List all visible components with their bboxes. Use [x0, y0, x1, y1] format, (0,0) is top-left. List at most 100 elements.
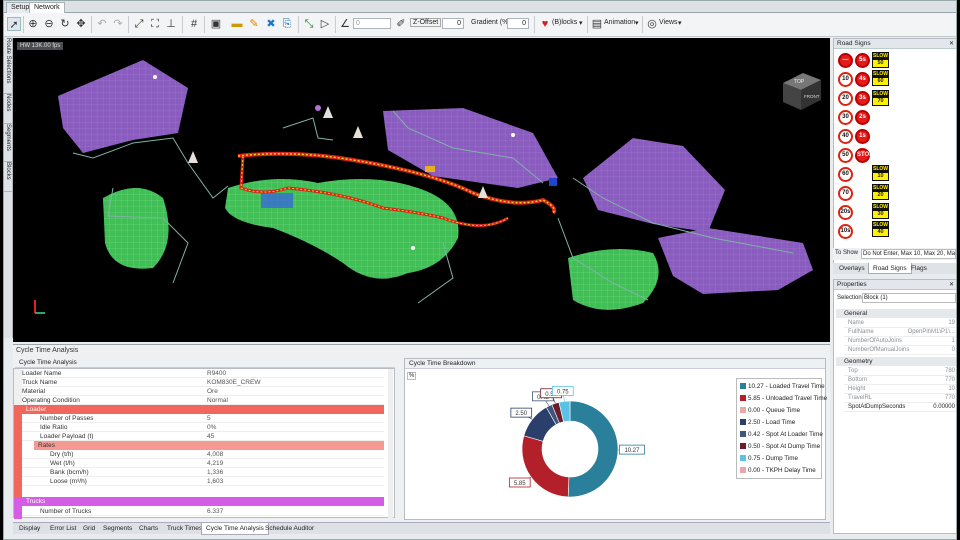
grid-icon[interactable]: #: [187, 17, 201, 31]
trucks-group-header[interactable]: Trucks: [22, 497, 384, 506]
expand-icon[interactable]: ⤢: [132, 17, 146, 31]
grid-row-loader-name[interactable]: Loader Name R9400: [22, 369, 384, 378]
blocks-icon[interactable]: ♥: [538, 17, 552, 31]
speed-limit-sign-10[interactable]: 10: [838, 72, 853, 87]
speed-limit-sign-20[interactable]: 20: [838, 91, 853, 106]
grid-row-passes[interactable]: Number of Passes 5: [22, 414, 384, 423]
view-cube[interactable]: TOP FRONT: [783, 73, 821, 110]
grid-row-loader-payload[interactable]: Loader Payload (t) 45: [22, 432, 384, 441]
undo-icon[interactable]: ↶: [95, 17, 109, 31]
animation-icon[interactable]: ▤: [590, 17, 604, 31]
red-sign-stop[interactable]: STOP: [855, 148, 873, 163]
legend-item[interactable]: 10.27 - Loaded Travel Time: [740, 383, 825, 393]
tab-grid[interactable]: Grid: [79, 523, 99, 535]
speed-limit-sign-20s[interactable]: 20s: [838, 205, 853, 220]
grid-row-material[interactable]: Material Ore: [22, 387, 384, 396]
slow-sign-70[interactable]: SLOW 70: [872, 90, 889, 106]
selected-block[interactable]: [261, 193, 293, 208]
tab-network[interactable]: Network: [29, 2, 65, 13]
slow-sign-30[interactable]: SLOW 30: [872, 203, 889, 219]
grid-row-truck-name[interactable]: Truck Name KOM830E_CREW: [22, 378, 384, 387]
slow-sign-10[interactable]: SLOW 10: [872, 165, 889, 181]
grid-scrollbar[interactable]: [388, 369, 393, 519]
prop-height[interactable]: Height 10: [844, 385, 956, 394]
slow-sign-20[interactable]: SLOW 20: [872, 184, 889, 200]
zoom-in-icon[interactable]: ⊕: [26, 17, 40, 31]
prop-spot-at-dump[interactable]: SpotAtDumpSeconds 0.00000: [844, 403, 956, 412]
tab-cycle-time-analysis[interactable]: Cycle Time Analysis: [201, 523, 269, 535]
tab-display[interactable]: Display: [15, 523, 44, 535]
rates-group-header[interactable]: Rates: [34, 441, 384, 450]
animation-dropdown[interactable]: Animation: [604, 19, 635, 26]
side-tab-blocks[interactable]: Blocks: [4, 162, 13, 192]
legend-item[interactable]: 2.50 - Load Time: [740, 419, 795, 429]
axes-icon[interactable]: ⊥: [164, 17, 178, 31]
prop-top[interactable]: Top 780: [844, 367, 956, 376]
slow-sign-40[interactable]: SLOW 40: [872, 221, 889, 237]
tab-schedule-auditor[interactable]: Schedule Auditor: [261, 523, 318, 535]
prop-manual-joins[interactable]: NumberOfManualJoins 0: [844, 346, 956, 355]
red-sign-2s[interactable]: 2s: [855, 110, 870, 125]
speed-limit-sign-70[interactable]: 70: [838, 186, 853, 201]
blocks-dropdown[interactable]: (B)locks: [552, 19, 577, 26]
zoom-out-icon[interactable]: ⊖: [42, 17, 56, 31]
to-show-dropdown[interactable]: Do Not Enter, Max 10, Max 20, Ma...: [861, 249, 956, 259]
prop-travel-rl[interactable]: TravelRL 770: [844, 394, 956, 403]
prop-fullname[interactable]: FullName OpenPit\M1\P1\...: [844, 328, 956, 337]
delete-icon[interactable]: ✖: [264, 17, 278, 31]
close-icon[interactable]: ✕: [949, 40, 954, 47]
node-connect-icon[interactable]: ⤡: [302, 17, 316, 31]
grid-row-idle-ratio[interactable]: Idle Ratio 0%: [22, 423, 384, 432]
red-sign-1s[interactable]: 1s: [855, 129, 870, 144]
slice-unloaded-travel-time[interactable]: [521, 435, 570, 498]
prop-auto-joins[interactable]: NumberOfAutoJoins 1: [844, 337, 956, 346]
refresh-icon[interactable]: ↻: [58, 17, 72, 31]
tab-truck-times[interactable]: Truck Times: [163, 523, 206, 535]
slow-sign-50[interactable]: SLOW 50: [872, 52, 889, 68]
grid-row-bank-rate[interactable]: Bank (bcm/h) 1,336: [22, 468, 384, 477]
legend-item[interactable]: 0.42 - Spot At Loader Time: [740, 431, 823, 441]
speed-limit-sign-40[interactable]: 40: [838, 129, 853, 144]
legend-item[interactable]: 5.85 - Unloaded Travel Time: [740, 395, 827, 405]
side-tab-nodes[interactable]: Nodes: [4, 94, 13, 124]
animation-chevron-down-icon[interactable]: ▾: [635, 19, 639, 27]
redo-icon[interactable]: ↷: [111, 17, 125, 31]
z-offset-input[interactable]: 0: [442, 18, 464, 29]
general-group[interactable]: General: [836, 309, 956, 318]
tab-charts[interactable]: Charts: [135, 523, 162, 535]
pencil-icon[interactable]: ✎: [247, 17, 261, 31]
triangle-select-icon[interactable]: ▷: [318, 17, 332, 31]
legend-item[interactable]: 0.50 - Spot At Dump Time: [740, 443, 820, 453]
red-sign-4s[interactable]: 4s: [855, 72, 870, 87]
selection-dropdown[interactable]: Block (1): [862, 293, 956, 303]
grid-row-wet-rate[interactable]: Wet (t/h) 4,219: [22, 459, 384, 468]
tab-road-signs[interactable]: Road Signs: [868, 263, 912, 274]
3d-viewport[interactable]: TOP FRONT HW 13K.00 fps: [13, 38, 830, 342]
speed-limit-sign-60[interactable]: 60: [838, 167, 853, 182]
angle-icon[interactable]: ∠: [338, 17, 352, 31]
prop-name[interactable]: Name 19: [844, 319, 956, 328]
angle-input[interactable]: 0: [353, 18, 391, 29]
tab-overlays[interactable]: Overlays: [835, 263, 869, 274]
prop-bottom[interactable]: Bottom 770: [844, 376, 956, 385]
tab-segments[interactable]: Segments: [99, 523, 136, 535]
views-dropdown[interactable]: Views: [659, 19, 678, 26]
move-icon[interactable]: ✥: [74, 17, 88, 31]
legend-item[interactable]: 0.00 - TKPH Delay Time: [740, 467, 816, 477]
gradient-input[interactable]: 0: [507, 18, 529, 29]
geometry-group[interactable]: Geometry: [836, 357, 956, 366]
join-icon[interactable]: ⎘: [280, 17, 294, 31]
no-entry-sign[interactable]: —: [838, 53, 853, 68]
fit-icon[interactable]: ⛶: [148, 17, 162, 31]
speed-limit-sign-50[interactable]: 50: [838, 148, 853, 163]
side-tab-segments[interactable]: Segments: [4, 124, 13, 162]
red-sign-5s[interactable]: 5s: [855, 53, 870, 68]
slow-sign-60[interactable]: SLOW 60: [872, 70, 889, 86]
side-tab-route-selections[interactable]: Route Selections: [4, 38, 13, 94]
legend-item[interactable]: 0.00 - Queue Time: [740, 407, 800, 417]
views-chevron-down-icon[interactable]: ▾: [678, 19, 682, 27]
grid-row-dry-rate[interactable]: Dry (t/h) 4,008: [22, 450, 384, 459]
grid-row-loose-rate[interactable]: Loose (m³/h) 1,603: [22, 477, 384, 486]
tab-error-list[interactable]: Error List: [46, 523, 80, 535]
blocks-chevron-down-icon[interactable]: ▾: [579, 19, 583, 27]
